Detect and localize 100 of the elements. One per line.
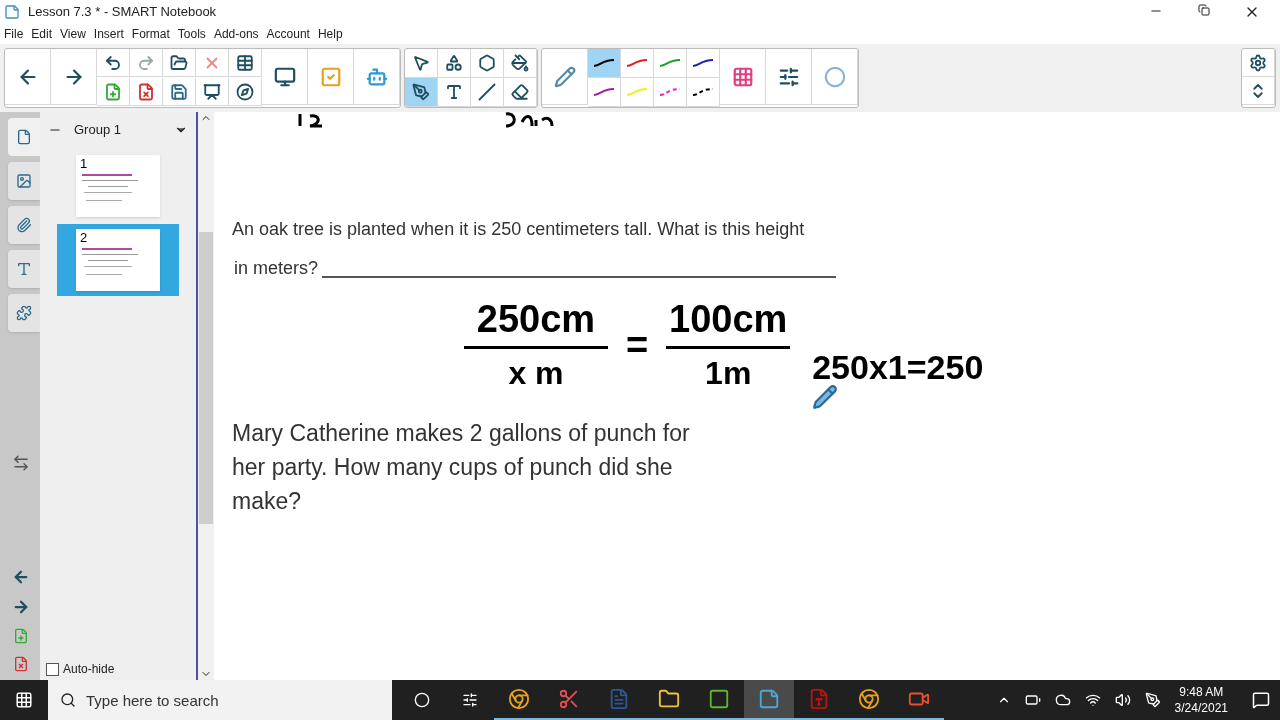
next-page-icon[interactable] <box>12 598 30 616</box>
question-text: An oak tree is planted when it is 250 centimeters tall. What is this height <box>232 218 806 241</box>
menu-item[interactable]: Format <box>131 25 170 43</box>
check-button[interactable] <box>308 49 354 105</box>
paperclip-icon <box>16 217 32 233</box>
handwritten-text: = <box>626 326 649 364</box>
tool-button[interactable] <box>471 49 504 78</box>
question-text: in meters? <box>234 257 319 280</box>
handwritten-text: 1m <box>705 357 752 389</box>
battery-icon[interactable] <box>1024 692 1041 708</box>
add-page-icon <box>104 82 122 101</box>
square-app-icon <box>708 688 730 710</box>
table-icon <box>236 53 254 72</box>
handwritten-text: 250cm <box>476 300 596 338</box>
menu-item[interactable]: File <box>4 25 24 43</box>
back-button[interactable] <box>5 49 51 105</box>
handwritten-text: x m <box>508 357 564 389</box>
volume-icon[interactable] <box>1114 692 1131 708</box>
eraser-icon <box>511 83 529 101</box>
tool-button[interactable] <box>438 49 471 78</box>
measurement-tools-icon <box>236 82 254 101</box>
tool-button[interactable] <box>438 78 471 107</box>
color-grid-icon <box>731 65 754 88</box>
browser-icon <box>858 688 880 710</box>
delete-page-icon[interactable] <box>13 656 29 672</box>
menu-item[interactable]: Insert <box>93 25 124 43</box>
menu-item[interactable]: Tools <box>177 25 206 43</box>
delete-page-button[interactable] <box>130 78 163 106</box>
monitor-icon <box>273 65 296 88</box>
restore-icon <box>1198 4 1210 16</box>
circle-icon <box>414 692 430 708</box>
notifications-icon[interactable] <box>1252 691 1270 709</box>
handwritten-text: 250x1=250 <box>812 350 984 384</box>
menu-item[interactable]: View <box>60 25 86 43</box>
monitor-button[interactable] <box>262 49 308 105</box>
menu-item[interactable]: Edit <box>31 25 53 43</box>
save-icon <box>170 82 188 101</box>
menu-item[interactable]: Add-ons <box>213 25 259 43</box>
question-text: Mary Catherine makes 2 gallons of punch for her party. How many cups of punch did she make? <box>232 419 691 516</box>
redo-icon <box>137 53 155 72</box>
open-button[interactable] <box>163 49 196 77</box>
wifi-icon[interactable] <box>1084 692 1101 708</box>
tool-button[interactable] <box>504 49 537 78</box>
line-style-icon <box>777 65 800 88</box>
screen-shade-button[interactable] <box>196 78 229 106</box>
start-icon[interactable] <box>15 691 33 709</box>
sidebar-tab[interactable] <box>8 206 40 244</box>
paint-bucket-icon <box>511 54 529 72</box>
tool-button[interactable] <box>471 78 504 107</box>
page-number: 2 <box>80 230 89 244</box>
tool-button[interactable] <box>504 78 537 107</box>
resize-icon[interactable] <box>12 454 30 472</box>
pen-tray-icon[interactable] <box>1144 692 1161 708</box>
tool-button[interactable] <box>405 78 438 107</box>
pen-cursor-icon <box>812 384 839 410</box>
menu-item[interactable]: Account <box>266 25 310 43</box>
search-icon <box>60 692 76 708</box>
auto-hide-checkbox[interactable]: Auto-hide <box>46 660 115 678</box>
check-icon <box>319 65 342 88</box>
pens-icon <box>412 83 430 101</box>
pen-style-button[interactable] <box>588 78 621 107</box>
previous-page-icon[interactable] <box>12 568 30 586</box>
pen-style-button[interactable] <box>687 49 720 78</box>
sidebar-tab[interactable] <box>8 162 40 200</box>
hexagon-icon <box>478 54 496 72</box>
sidebar-tab[interactable] <box>8 118 40 156</box>
cloud-icon[interactable] <box>1054 692 1071 708</box>
forward-button[interactable] <box>51 49 97 105</box>
puzzle-icon <box>16 305 32 321</box>
pen-style-button[interactable] <box>687 78 720 107</box>
scissors-icon <box>558 688 580 710</box>
robot-button[interactable] <box>354 49 400 105</box>
settings-button[interactable] <box>1242 49 1275 77</box>
save-button[interactable] <box>163 78 196 106</box>
window-title: Lesson 7.3 * - SMART Notebook <box>28 3 217 22</box>
taskbar-app[interactable] <box>744 680 794 720</box>
browser-icon <box>508 688 530 710</box>
line-icon <box>478 83 496 101</box>
sidebar-tab[interactable] <box>8 294 40 332</box>
fill-effect-icon <box>823 65 846 88</box>
search-field[interactable]: Type here to search <box>48 680 392 720</box>
table-button[interactable] <box>229 49 262 77</box>
pen-style-button[interactable] <box>588 49 621 78</box>
notebook-icon <box>758 688 780 710</box>
page-icon <box>16 129 32 145</box>
line-style-button[interactable] <box>766 49 812 105</box>
task-view-icon <box>462 692 478 708</box>
text-style-icon <box>16 261 32 277</box>
measurement-tools-button[interactable] <box>229 78 262 106</box>
color-grid-button[interactable] <box>720 49 766 105</box>
menu-item[interactable]: Help <box>317 25 343 43</box>
pen-icon <box>553 65 576 88</box>
document-icon <box>608 688 630 710</box>
image-icon <box>16 173 32 189</box>
page-thumbnail[interactable]: 2 <box>57 223 179 296</box>
text-icon <box>445 83 463 101</box>
app-logo-icon <box>4 4 20 20</box>
sidebar-tab[interactable] <box>8 250 40 288</box>
undo-button[interactable] <box>97 49 130 77</box>
move-toolbar-button[interactable] <box>1242 77 1275 105</box>
